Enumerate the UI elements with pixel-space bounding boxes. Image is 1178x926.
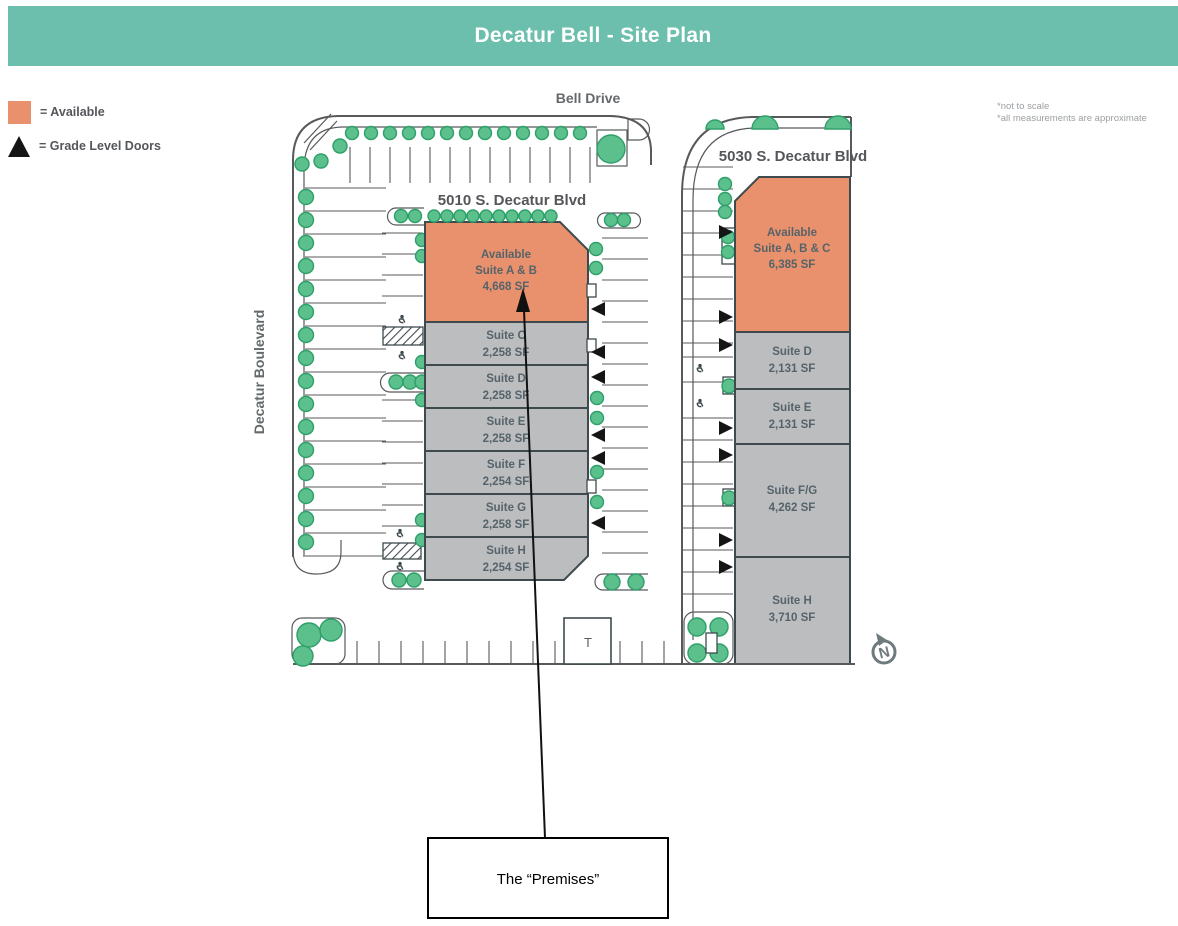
southwest-island-trees (293, 619, 342, 666)
suite-label: Suite F (487, 459, 525, 471)
suite-label: Suite E (773, 402, 812, 414)
stall-lines (602, 238, 648, 553)
hatched-no-park-zone (383, 543, 421, 559)
transformer-label: T (584, 635, 592, 650)
west-parking-stalls (305, 188, 386, 556)
bottom-stall-lines (357, 641, 664, 664)
suite-label: 2,131 SF (769, 419, 816, 431)
suite-fg (735, 444, 850, 557)
tree (628, 574, 644, 590)
note-approximate: *all measurements are approximate (997, 113, 1147, 125)
accessible-parking-icon (399, 315, 404, 323)
suite-label: Suite E (487, 416, 526, 428)
street-label-bell-drive: Bell Drive (556, 90, 621, 106)
disclaimer-notes: *not to scale *all measurements are appr… (997, 101, 1147, 125)
legend-available-label: = Available (40, 105, 105, 119)
suite-label: Suite A & B (475, 265, 537, 277)
suite-label: Suite D (772, 346, 812, 358)
door-notch (587, 339, 596, 352)
legend-grade-doors-label: = Grade Level Doors (39, 139, 161, 153)
suite-h (735, 557, 850, 664)
building-5010-east-stalls (587, 238, 648, 590)
accessible-parking-icon (397, 529, 402, 537)
south-island-trees (688, 618, 728, 662)
accessible-parking-icon (697, 364, 702, 372)
suite-label: Available (481, 249, 531, 261)
title-bar: Decatur Bell - Site Plan (8, 6, 1178, 66)
stall-lines-lower (382, 400, 423, 526)
suite-label: 3,710 SF (769, 612, 816, 624)
tree (604, 574, 620, 590)
suite-label: Suite D (486, 373, 526, 385)
suite-label: Suite H (486, 545, 526, 557)
suite-label: 2,258 SF (483, 390, 530, 402)
accessible-parking-icon (399, 351, 404, 359)
suite-label: 2,254 SF (483, 562, 530, 574)
top-end-cap (628, 119, 650, 140)
street-label-decatur-boulevard: Decatur Boulevard (251, 310, 267, 434)
available-swatch-icon (8, 101, 31, 124)
north-compass: N (873, 633, 895, 663)
suite-label: 2,254 SF (483, 476, 530, 488)
accessible-parking-icon (397, 562, 402, 570)
suite-label: Suite F/G (767, 485, 818, 497)
legend-available-row: = Available (8, 100, 161, 124)
premises-label: The “Premises” (497, 871, 600, 888)
legend-grade-doors-row: = Grade Level Doors (8, 134, 161, 158)
suite-label: Available (767, 227, 817, 239)
top-tree-row (295, 127, 625, 172)
suite-label: Suite A, B & C (754, 243, 831, 255)
tree (618, 214, 631, 227)
west-tree-row (299, 190, 314, 550)
suite-e (735, 389, 850, 444)
legend: = Available = Grade Level Doors (8, 100, 161, 168)
suite-d (735, 332, 850, 389)
suite-label: 2,258 SF (483, 519, 530, 531)
building-5030: 5030 S. Decatur Blvd Available Suite A, … (719, 148, 867, 664)
building-5030-address: 5030 S. Decatur Blvd (719, 148, 867, 165)
island-trees (389, 210, 429, 588)
building-5010-roof-trees (428, 210, 557, 222)
door-notch (587, 284, 596, 297)
suite-label: 2,131 SF (769, 363, 816, 375)
grade-door-triangle-icon (8, 136, 30, 157)
accessible-parking-icon (697, 399, 702, 407)
compass-north-label: N (877, 643, 892, 662)
suite-label: 2,258 SF (483, 433, 530, 445)
suite-label: 4,262 SF (769, 502, 816, 514)
suite-label: Suite C (486, 330, 526, 342)
suite-label: Suite G (486, 502, 526, 514)
site-plan-canvas: Bell Drive Decatur Boulevard (0, 0, 1178, 926)
note-not-to-scale: *not to scale (997, 101, 1147, 113)
suite-label: Suite H (772, 595, 812, 607)
top-parking-stalls (350, 147, 590, 183)
hatched-no-park-zone (383, 327, 423, 345)
building-5010-address: 5010 S. Decatur Blvd (438, 192, 586, 209)
suite-label: 2,258 SF (483, 347, 530, 359)
suite-label: 6,385 SF (769, 259, 816, 271)
door-notch (587, 480, 596, 493)
building-5010-west-stalls (381, 208, 430, 589)
tree (605, 214, 618, 227)
page-title: Decatur Bell - Site Plan (474, 24, 711, 48)
